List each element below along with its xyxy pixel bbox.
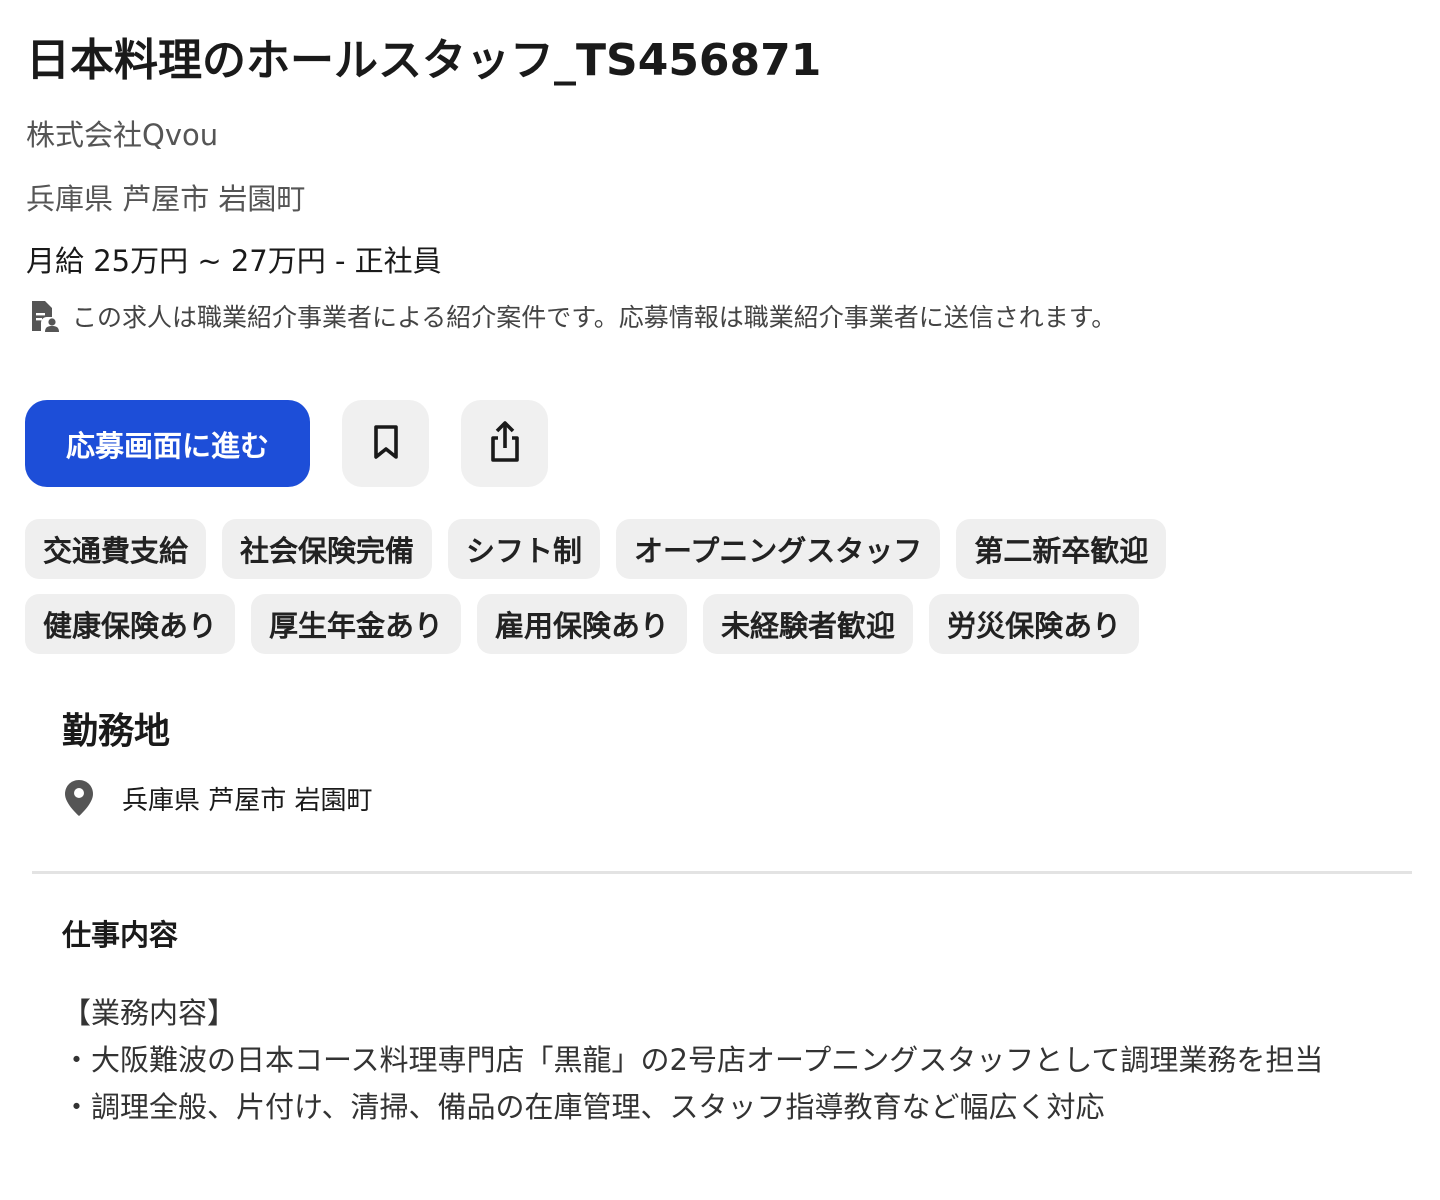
- job-tags: 交通費支給 社会保険完備 シフト制 オープニングスタッフ 第二新卒歓迎 健康保険…: [25, 519, 1305, 669]
- job-description-line: ・大阪難波の日本コース料理専門店「黒龍」の2号店オープニングスタッフとして調理業…: [62, 1043, 1324, 1077]
- tag: 厚生年金あり: [251, 594, 462, 654]
- document-person-icon: [26, 298, 62, 334]
- job-title: 日本料理のホールスタッフ_TS456871: [26, 35, 822, 86]
- tag: 社会保険完備: [222, 519, 433, 579]
- tag: 雇用保険あり: [477, 594, 688, 654]
- share-icon: [486, 420, 524, 468]
- job-description-heading: 仕事内容: [62, 918, 179, 952]
- tag-row: 交通費支給 社会保険完備 シフト制 オープニングスタッフ 第二新卒歓迎: [25, 519, 1305, 579]
- tag: シフト制: [448, 519, 601, 579]
- tag: 交通費支給: [25, 519, 207, 579]
- company-name[interactable]: 株式会社Qvou: [26, 112, 218, 154]
- tag: 健康保険あり: [25, 594, 236, 654]
- tag: オープニングスタッフ: [616, 519, 941, 579]
- job-location: 兵庫県 芦屋市 岩園町: [26, 182, 306, 216]
- work-location: 兵庫県 芦屋市 岩園町: [62, 776, 373, 820]
- map-pin-icon: [62, 778, 96, 818]
- tag: 労災保険あり: [929, 594, 1140, 654]
- job-description-body: 【業務内容】 ・大阪難波の日本コース料理専門店「黒龍」の2号店オープニングスタッ…: [62, 990, 1407, 1131]
- section-divider: [32, 871, 1412, 874]
- job-description-line: 【業務内容】: [62, 996, 237, 1030]
- agency-notice: この求人は職業紹介事業者による紹介案件です。応募情報は職業紹介事業者に送信されま…: [26, 296, 1116, 336]
- bookmark-button[interactable]: [342, 400, 429, 487]
- job-description-line: ・調理全般、片付け、清掃、備品の在庫管理、スタッフ指導教育など幅広く対応: [62, 1090, 1105, 1124]
- agency-notice-text: この求人は職業紹介事業者による紹介案件です。応募情報は職業紹介事業者に送信されま…: [72, 303, 1117, 332]
- share-button[interactable]: [461, 400, 548, 487]
- work-location-heading: 勤務地: [62, 711, 171, 752]
- tag: 未経験者歓迎: [703, 594, 914, 654]
- work-location-address: 兵庫県 芦屋市 岩園町: [122, 785, 373, 816]
- tag-row: 健康保険あり 厚生年金あり 雇用保険あり 未経験者歓迎 労災保険あり: [25, 594, 1305, 654]
- tag: 第二新卒歓迎: [956, 519, 1167, 579]
- apply-button[interactable]: 応募画面に進む: [25, 400, 310, 487]
- job-detail-page: 日本料理のホールスタッフ_TS456871 株式会社Qvou 兵庫県 芦屋市 岩…: [0, 0, 1440, 1200]
- salary-employment-type: 月給 25万円 ~ 27万円 - 正社員: [26, 244, 442, 278]
- bookmark-icon: [369, 423, 403, 465]
